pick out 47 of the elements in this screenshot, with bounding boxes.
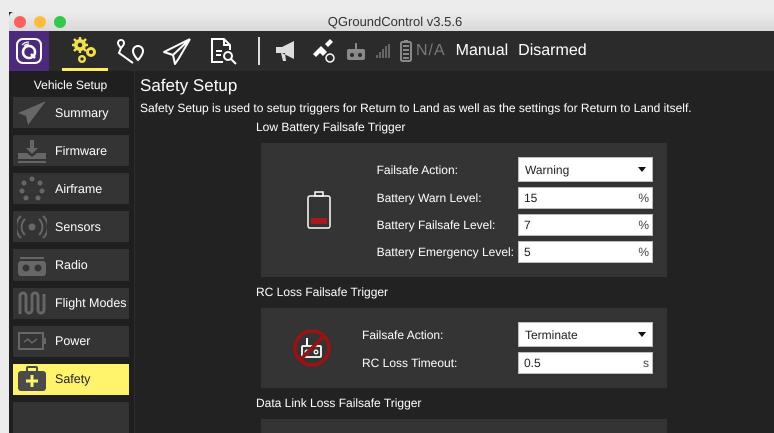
sidebar-item[interactable]: Radio (13, 249, 129, 281)
field-label: Battery Failsafe Level: (376, 218, 496, 232)
first-aid-kit-icon (17, 366, 47, 392)
download-icon (17, 138, 47, 164)
dropdown[interactable]: Terminate (518, 322, 653, 347)
route-map-icon[interactable] (116, 36, 146, 66)
caret-icon (638, 167, 646, 172)
unit-label: % (638, 245, 649, 259)
window-title: QGroundControl v3.5.6 (328, 14, 462, 29)
field-label: Failsafe Action: (376, 162, 459, 176)
sidebar-item[interactable]: Flight Modes (13, 288, 129, 319)
sidebar-item[interactable]: Airframe (13, 173, 129, 204)
dropdown[interactable]: Warning (518, 157, 653, 182)
paper-plane-icon (17, 100, 47, 126)
low-battery-icon (306, 191, 331, 229)
sidebar-item[interactable]: Summary (13, 97, 129, 128)
sidebar-item[interactable]: Firmware (13, 135, 129, 166)
sidebar-item[interactable]: Sensors (13, 211, 129, 242)
unit-label: % (638, 218, 649, 232)
sidebar-item[interactable]: Power (13, 326, 129, 357)
sidebar-item[interactable]: Safety (13, 364, 129, 395)
sidebar-title: Vehicle Setup (32, 77, 108, 94)
document-search-icon[interactable] (208, 36, 238, 66)
remote-control-icon[interactable] (346, 41, 366, 61)
unit-label: s (643, 356, 649, 370)
section-title: Low Battery Failsafe Trigger (256, 120, 406, 134)
battery-icon[interactable] (400, 40, 412, 62)
signal-bars-icon (376, 44, 390, 58)
field-label: Battery Warn Level: (376, 191, 483, 205)
flight-mode[interactable]: Manual (456, 42, 508, 60)
logo-icon[interactable] (15, 37, 43, 65)
field-label: Failsafe Action: (362, 328, 444, 342)
signal-waves-icon (17, 214, 47, 240)
battery-status: N/A (416, 42, 446, 60)
arm-status[interactable]: Disarmed (518, 42, 587, 60)
paper-plane-icon[interactable] (162, 36, 192, 66)
wave-icon (17, 290, 47, 316)
dots-ring-icon (17, 176, 47, 202)
field-label: RC Loss Timeout: (362, 356, 458, 370)
no-radio-icon (292, 328, 332, 368)
unit-label: % (638, 191, 649, 205)
page-description: Safety Setup is used to setup triggers for Return to Land as well as the settings for Return to Land itself. (140, 101, 693, 115)
section-title: Data Link Loss Failsafe Trigger (256, 396, 422, 410)
section-title: RC Loss Failsafe Trigger (256, 285, 390, 299)
caret-icon (638, 332, 646, 337)
page-title: Safety Setup (140, 76, 238, 96)
field-label: Battery Emergency Level: (376, 245, 514, 259)
